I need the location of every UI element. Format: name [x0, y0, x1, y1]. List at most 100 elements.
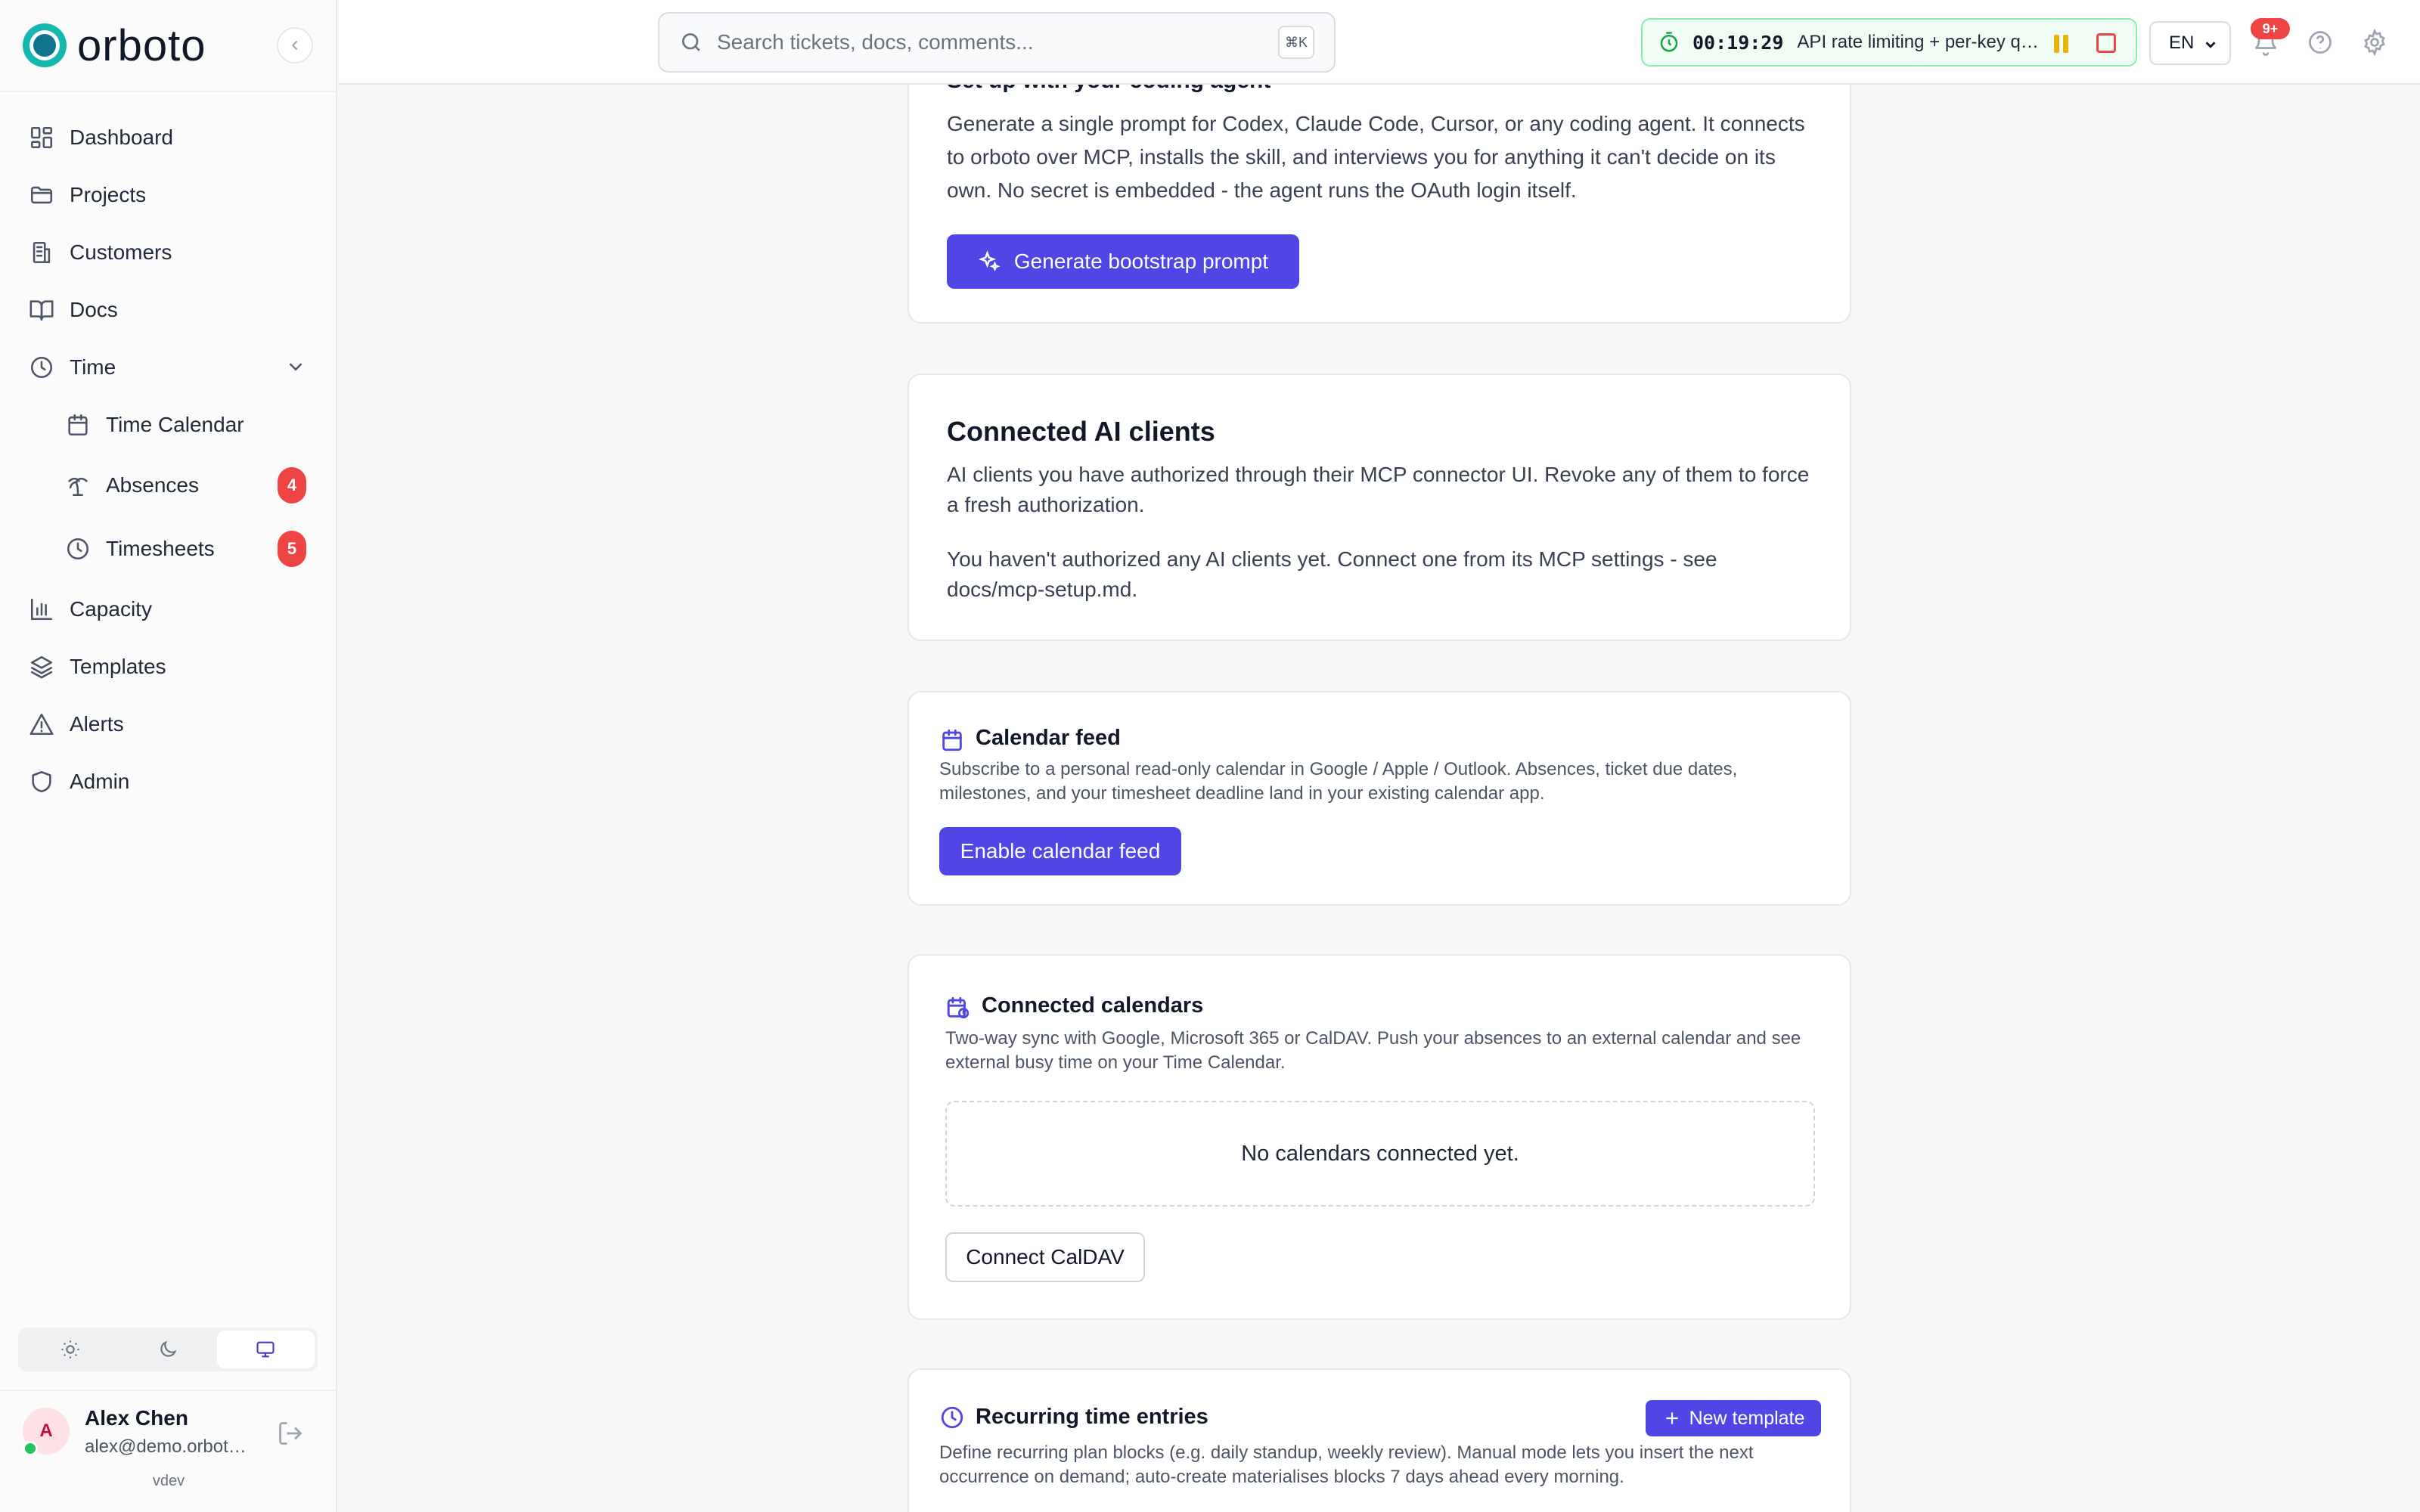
absences-count-badge: 4: [278, 467, 306, 503]
sidebar-item-timesheets[interactable]: Timesheets: [65, 526, 215, 572]
sidebar-item-capacity[interactable]: Capacity: [29, 587, 152, 632]
connected-calendars-description: Two-way sync with Google, Microsoft 365 …: [945, 1028, 1801, 1073]
logo[interactable]: orboto: [23, 20, 206, 70]
gear-icon[interactable]: [2361, 29, 2388, 56]
notification-count-badge: 9+: [2251, 18, 2290, 39]
clock-icon: [941, 1406, 963, 1429]
sidebar-item-label: Timesheets: [106, 537, 215, 560]
sidebar-item-templates[interactable]: Templates: [29, 644, 166, 689]
ai-clients-description: AI clients you have authorized through t…: [947, 463, 1810, 516]
sidebar-item-label: Dashboard: [70, 125, 173, 149]
logout-icon[interactable]: [277, 1420, 304, 1447]
sidebar-item-time-calendar[interactable]: Time Calendar: [65, 402, 244, 448]
language-select[interactable]: EN: [2149, 21, 2231, 65]
divider: [0, 91, 337, 92]
plus-icon: [1665, 1412, 1678, 1424]
user-email: alex@demo.orboto.dev: [85, 1436, 251, 1457]
bar-chart-icon: [30, 598, 53, 621]
coding-agent-description: Generate a single prompt for Codex, Clau…: [947, 112, 1805, 202]
timer-task: API rate limiting + per-key quotas: [1797, 32, 2047, 52]
sidebar-item-label: Projects: [70, 183, 147, 206]
online-status-indicator: [23, 1441, 38, 1456]
timesheets-count-badge: 5: [278, 531, 306, 567]
book-icon: [29, 300, 54, 321]
clock-icon: [67, 538, 89, 560]
search-bar[interactable]: Search tickets, docs, comments... ⌘K: [658, 12, 1336, 73]
enable-calendar-feed-button[interactable]: Enable calendar feed: [939, 827, 1181, 875]
logo-text: orboto: [77, 20, 206, 70]
chevron-down-icon: [2205, 42, 2216, 48]
calendar-feed-title: Calendar feed: [976, 726, 1121, 750]
stop-icon[interactable]: [2096, 33, 2116, 53]
theme-dark-button[interactable]: [119, 1331, 216, 1368]
sidebar-item-dashboard[interactable]: Dashboard: [29, 115, 173, 160]
clock-icon: [30, 356, 53, 379]
sidebar-item-docs[interactable]: Docs: [29, 287, 118, 333]
sidebar-item-label: Time Calendar: [106, 413, 244, 436]
sidebar-item-label: Docs: [70, 298, 118, 321]
language-value: EN: [2169, 33, 2195, 53]
connect-caldav-button[interactable]: Connect CalDAV: [945, 1232, 1145, 1282]
sidebar-item-label: Customers: [70, 240, 172, 264]
generate-bootstrap-prompt-label: Generate bootstrap prompt: [1013, 249, 1269, 273]
generate-bootstrap-prompt-button[interactable]: Generate bootstrap prompt: [947, 234, 1299, 289]
sidebar-item-customers[interactable]: Customers: [29, 230, 172, 275]
collapse-sidebar-button[interactable]: [277, 27, 313, 64]
search-icon: [682, 33, 700, 51]
user-name: Alex Chen: [85, 1406, 188, 1430]
moon-icon: [160, 1340, 177, 1357]
monitor-icon: [256, 1341, 275, 1358]
new-template-label: New template: [1689, 1407, 1805, 1429]
sidebar-item-label: Time: [70, 355, 116, 379]
calendar-feed-card: Calendar feed Subscribe to a personal re…: [908, 691, 1851, 906]
theme-light-button[interactable]: [21, 1331, 119, 1368]
sun-icon: [60, 1340, 79, 1359]
theme-system-button[interactable]: [216, 1331, 315, 1368]
pause-icon[interactable]: [2054, 35, 2071, 53]
timer-elapsed: 00:19:29: [1692, 31, 1784, 54]
sidebar: orboto Dashboard Projects Customers Docs…: [0, 0, 337, 1512]
ai-clients-title: Connected AI clients: [947, 416, 1215, 447]
app-version: vdev: [152, 1473, 185, 1489]
help-icon[interactable]: [2307, 29, 2334, 56]
sidebar-item-label: Templates: [70, 655, 166, 678]
building-icon: [33, 241, 51, 264]
sidebar-item-label: Admin: [70, 770, 130, 793]
connected-ai-clients-card: Connected AI clients AI clients you have…: [908, 373, 1851, 641]
sidebar-item-absences[interactable]: Absences: [65, 463, 199, 508]
recurring-title: Recurring time entries: [976, 1405, 1208, 1429]
search-placeholder: Search tickets, docs, comments...: [717, 30, 1034, 54]
theme-switcher: [18, 1328, 318, 1371]
stopwatch-icon: [1660, 32, 1678, 52]
sidebar-item-label: Capacity: [70, 597, 152, 621]
calendar-sync-icon: [947, 996, 970, 1019]
running-timer[interactable]: 00:19:29 API rate limiting + per-key quo…: [1641, 18, 2137, 67]
sidebar-item-admin[interactable]: Admin: [29, 759, 129, 804]
recurring-time-entries-card: Recurring time entries New template Defi…: [908, 1368, 1851, 1512]
chevron-down-icon[interactable]: [284, 355, 307, 378]
sidebar-item-label: Alerts: [70, 712, 124, 736]
sidebar-item-projects[interactable]: Projects: [29, 172, 146, 218]
shield-icon: [32, 770, 51, 793]
sidebar-item-alerts[interactable]: Alerts: [29, 702, 124, 747]
new-template-button[interactable]: New template: [1646, 1400, 1821, 1436]
calendars-empty-state: No calendars connected yet.: [945, 1101, 1815, 1207]
folder-icon: [30, 186, 53, 204]
recurring-description: Define recurring plan blocks (e.g. daily…: [939, 1442, 1754, 1487]
layers-icon: [30, 655, 53, 679]
dashboard-icon: [30, 126, 53, 149]
divider: [0, 1390, 337, 1391]
alert-triangle-icon: [29, 713, 54, 736]
connected-calendars-card: Connected calendars Two-way sync with Go…: [908, 954, 1851, 1320]
palm-tree-icon: [68, 477, 88, 497]
sparkles-icon: [978, 250, 1001, 272]
sidebar-item-label: Absences: [106, 473, 199, 497]
calendar-feed-description: Subscribe to a personal read-only calend…: [939, 759, 1738, 804]
search-shortcut: ⌘K: [1278, 26, 1314, 59]
ai-clients-empty-state: You haven't authorized any AI clients ye…: [947, 547, 1717, 601]
calendar-icon: [942, 729, 962, 751]
chevron-left-icon: [291, 40, 298, 51]
sidebar-item-time[interactable]: Time: [29, 345, 316, 390]
logo-mark-icon: [23, 23, 67, 67]
calendar-icon: [68, 414, 88, 436]
